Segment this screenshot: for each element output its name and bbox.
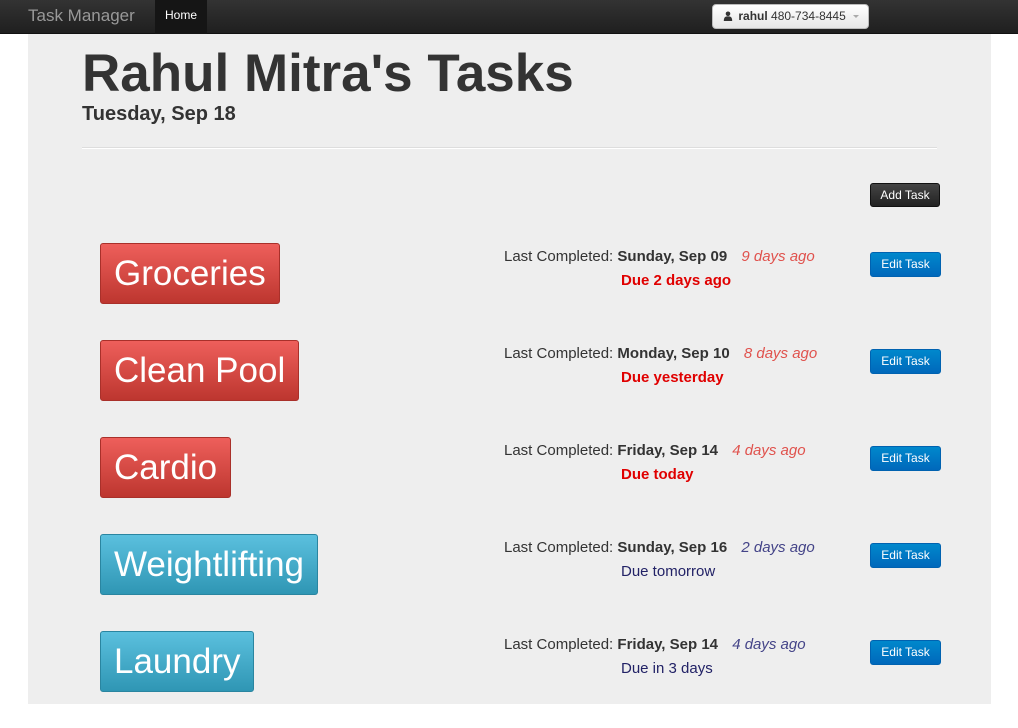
last-completed: Last Completed: Monday, Sep 10 8 days ag… bbox=[504, 345, 817, 363]
task-button[interactable]: Clean Pool bbox=[100, 340, 300, 401]
last-completed-date: Friday, Sep 14 bbox=[617, 636, 719, 653]
days-ago: 4 days ago bbox=[732, 636, 806, 653]
task-button[interactable]: Cardio bbox=[100, 437, 232, 498]
last-completed: Last Completed: Sunday, Sep 16 2 days ag… bbox=[504, 539, 815, 557]
nav-item-home[interactable]: Home bbox=[155, 0, 207, 34]
days-ago: 8 days ago bbox=[743, 345, 818, 362]
edit-task-button[interactable]: Edit Task bbox=[870, 446, 941, 471]
due-status: Due 2 days ago bbox=[621, 272, 732, 289]
days-ago: 9 days ago bbox=[741, 248, 815, 265]
last-completed: Last Completed: Friday, Sep 14 4 days ag… bbox=[504, 636, 806, 654]
task-row: Cardio Last Completed: Friday, Sep 14 4 … bbox=[28, 437, 991, 534]
last-completed-label: Last Completed: bbox=[504, 442, 614, 459]
task-button[interactable]: Groceries bbox=[100, 243, 280, 304]
current-date: Tuesday, Sep 18 bbox=[82, 103, 236, 125]
last-completed: Last Completed: Sunday, Sep 09 9 days ag… bbox=[504, 248, 815, 266]
due-status: Due tomorrow bbox=[621, 563, 716, 580]
edit-task-button[interactable]: Edit Task bbox=[870, 640, 941, 665]
days-ago: 2 days ago bbox=[741, 539, 815, 556]
due-status: Due yesterday bbox=[621, 369, 724, 386]
last-completed-date: Sunday, Sep 16 bbox=[617, 539, 728, 556]
page-title: Rahul Mitra's Tasks bbox=[82, 44, 574, 103]
edit-task-button[interactable]: Edit Task bbox=[870, 543, 941, 568]
task-button[interactable]: Laundry bbox=[100, 631, 255, 692]
user-name: rahul bbox=[738, 9, 768, 23]
last-completed-date: Friday, Sep 14 bbox=[617, 442, 719, 459]
last-completed-date: Sunday, Sep 09 bbox=[617, 248, 728, 265]
edit-task-button[interactable]: Edit Task bbox=[870, 252, 941, 277]
chevron-down-icon bbox=[853, 15, 860, 18]
add-task-button[interactable]: Add Task bbox=[870, 183, 940, 207]
user-menu-button[interactable]: rahul 480-734-8445 bbox=[712, 4, 869, 29]
header-divider bbox=[82, 147, 937, 149]
top-navbar: Task Manager Home rahul 480-734-8445 bbox=[0, 0, 1018, 34]
task-row: Groceries Last Completed: Sunday, Sep 09… bbox=[28, 243, 991, 340]
days-ago: 4 days ago bbox=[732, 442, 806, 459]
brand-link[interactable]: Task Manager bbox=[28, 6, 135, 26]
last-completed-label: Last Completed: bbox=[504, 345, 614, 362]
last-completed-label: Last Completed: bbox=[504, 539, 614, 556]
last-completed-date: Monday, Sep 10 bbox=[617, 345, 730, 362]
task-button[interactable]: Weightlifting bbox=[100, 534, 319, 595]
due-status: Due in 3 days bbox=[621, 660, 713, 677]
last-completed: Last Completed: Friday, Sep 14 4 days ag… bbox=[504, 442, 806, 460]
user-phone: 480-734-8445 bbox=[771, 9, 846, 23]
user-icon bbox=[723, 11, 733, 21]
due-status: Due today bbox=[621, 466, 694, 483]
last-completed-label: Last Completed: bbox=[504, 636, 614, 653]
task-row: Weightlifting Last Completed: Sunday, Se… bbox=[28, 534, 991, 631]
task-row: Clean Pool Last Completed: Monday, Sep 1… bbox=[28, 340, 991, 437]
edit-task-button[interactable]: Edit Task bbox=[870, 349, 941, 374]
last-completed-label: Last Completed: bbox=[504, 248, 614, 265]
main-container: Rahul Mitra's Tasks Tuesday, Sep 18 Add … bbox=[28, 34, 991, 704]
task-row: Laundry Last Completed: Friday, Sep 14 4… bbox=[28, 631, 991, 728]
